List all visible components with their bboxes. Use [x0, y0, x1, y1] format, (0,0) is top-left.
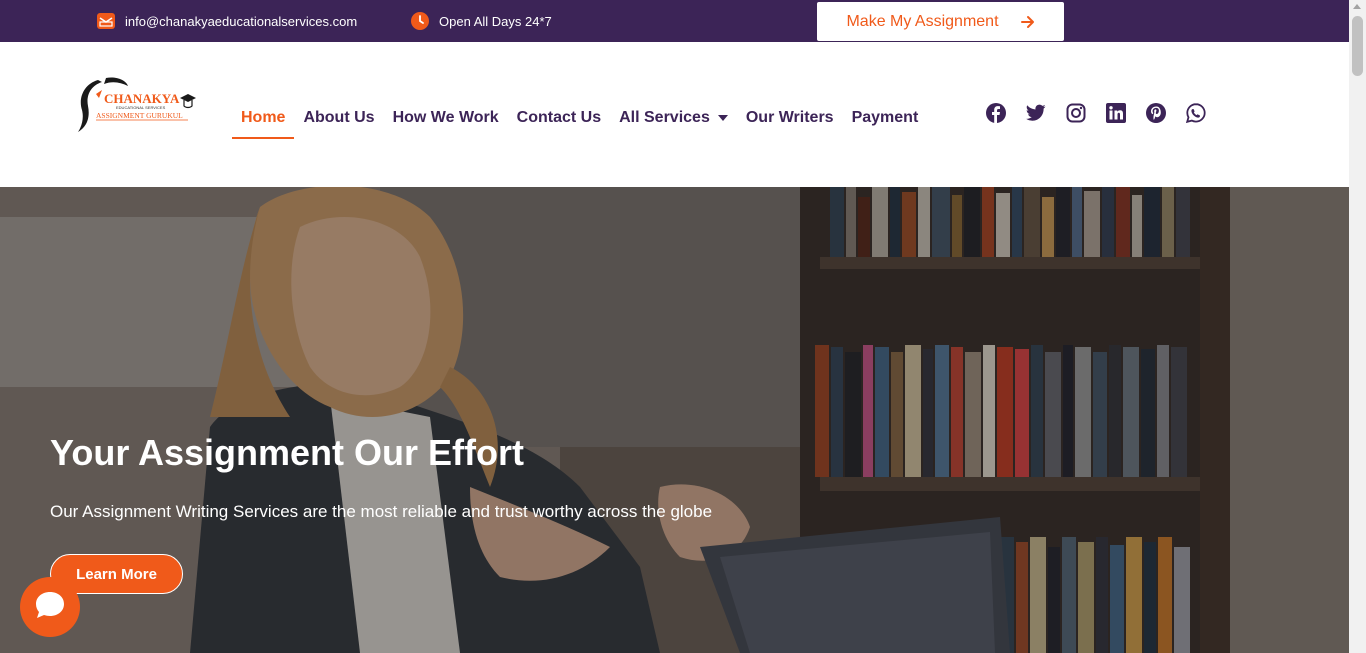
twitter-icon[interactable] [1026, 103, 1046, 123]
chat-widget-button[interactable] [20, 577, 80, 637]
hours-info: Open All Days 24*7 [410, 11, 552, 31]
page-scrollbar[interactable] [1349, 0, 1366, 653]
nav-item-how-we-work[interactable]: How We Work [384, 98, 508, 138]
hero-background-image [0, 187, 1349, 653]
arrow-right-icon [1020, 15, 1035, 29]
hero-section: Your Assignment Our Effort Our Assignmen… [0, 187, 1349, 653]
nav-item-about-us[interactable]: About Us [294, 98, 383, 138]
whatsapp-icon[interactable] [1186, 103, 1206, 123]
instagram-icon[interactable] [1066, 103, 1086, 123]
chat-icon [34, 590, 66, 625]
site-header: CHANAKYA EDUCATIONAL SERVICES ASSIGNMENT… [0, 42, 1349, 187]
hero-title: Your Assignment Our Effort [50, 432, 525, 473]
make-my-assignment-label: Make My Assignment [846, 12, 999, 30]
email-text[interactable]: info@chanakyaeducationalservices.com [125, 14, 357, 29]
linkedin-icon[interactable] [1106, 103, 1126, 123]
logo-subtitle: ASSIGNMENT GURUKUL [96, 111, 183, 120]
hours-text: Open All Days 24*7 [439, 13, 552, 29]
clock-icon [410, 11, 430, 31]
logo-name: CHANAKYA [104, 91, 180, 106]
facebook-icon[interactable] [986, 103, 1006, 123]
logo-tagline: EDUCATIONAL SERVICES [116, 105, 166, 110]
nav-item-our-writers[interactable]: Our Writers [737, 98, 843, 138]
hero-subtitle: Our Assignment Writing Services are the … [50, 502, 713, 521]
nav-item-all-services-label: All Services [619, 109, 710, 126]
email-contact[interactable]: info@chanakyaeducationalservices.com [96, 11, 357, 31]
scrollbar-thumb[interactable] [1352, 16, 1363, 76]
nav-item-home[interactable]: Home [232, 98, 295, 139]
envelope-icon [96, 11, 116, 31]
main-nav: Home About Us How We Work Contact Us All… [232, 98, 928, 139]
caret-down-icon [717, 115, 728, 121]
pinterest-icon[interactable] [1146, 103, 1166, 123]
site-logo[interactable]: CHANAKYA EDUCATIONAL SERVICES ASSIGNMENT… [76, 76, 196, 136]
nav-item-contact-us[interactable]: Contact Us [508, 98, 610, 138]
top-bar: info@chanakyaeducationalservices.com Ope… [0, 0, 1349, 42]
scroll-up-arrow-icon[interactable] [1353, 4, 1361, 9]
nav-item-payment[interactable]: Payment [843, 98, 928, 138]
make-my-assignment-button[interactable]: Make My Assignment [817, 2, 1064, 41]
social-links [986, 103, 1206, 123]
nav-item-all-services[interactable]: All Services [610, 98, 737, 138]
